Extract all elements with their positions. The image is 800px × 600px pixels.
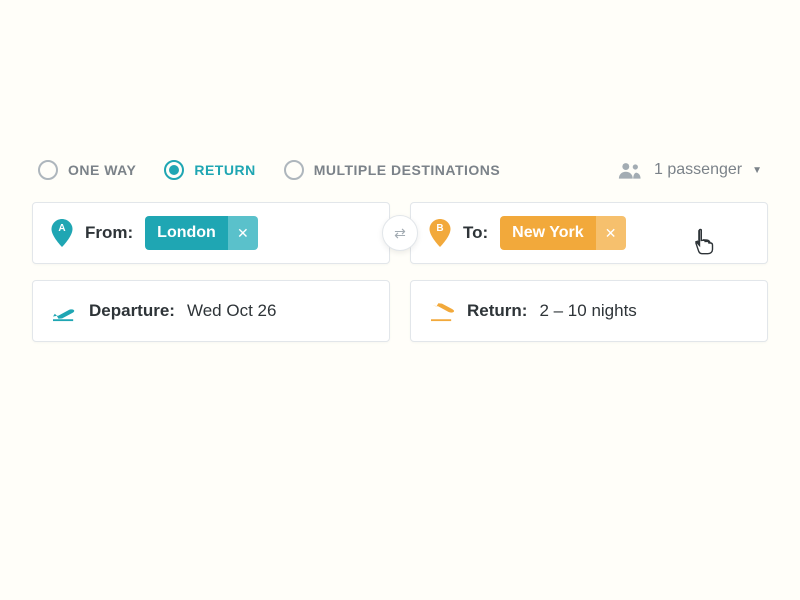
from-chip-remove[interactable]: ✕ xyxy=(228,216,258,250)
radio-one-way-label: ONE WAY xyxy=(68,162,136,178)
swap-button[interactable]: ⇄ xyxy=(382,215,418,251)
passengers-icon xyxy=(618,161,644,179)
to-field[interactable]: B To: New York ✕ xyxy=(410,202,768,264)
dates-row: Departure: Wed Oct 26 Return: 2 – 10 nig… xyxy=(32,280,768,342)
passengers-label: 1 passenger xyxy=(654,161,742,179)
locations-row: A From: London ✕ ⇄ B To: New York ✕ xyxy=(32,202,768,264)
from-field[interactable]: A From: London ✕ xyxy=(32,202,390,264)
return-label: Return: xyxy=(467,301,527,321)
from-chip-label: London xyxy=(145,216,228,250)
radio-one-way[interactable]: ONE WAY xyxy=(38,160,136,180)
to-chip: New York ✕ xyxy=(500,216,625,250)
departure-value: Wed Oct 26 xyxy=(187,301,276,321)
radio-return-label: RETURN xyxy=(194,162,255,178)
from-label: From: xyxy=(85,223,133,243)
radio-return[interactable]: RETURN xyxy=(164,160,255,180)
trip-type-group: ONE WAY RETURN MULTIPLE DESTINATIONS xyxy=(38,160,500,180)
from-chip: London ✕ xyxy=(145,216,258,250)
radio-multiple[interactable]: MULTIPLE DESTINATIONS xyxy=(284,160,501,180)
plane-takeoff-icon xyxy=(51,300,77,322)
passengers-selector[interactable]: 1 passenger ▼ xyxy=(618,161,762,179)
chevron-down-icon: ▼ xyxy=(752,165,762,176)
to-chip-remove[interactable]: ✕ xyxy=(596,216,626,250)
pin-a-icon: A xyxy=(51,219,73,247)
radio-multiple-label: MULTIPLE DESTINATIONS xyxy=(314,162,501,178)
departure-label: Departure: xyxy=(89,301,175,321)
return-value: 2 – 10 nights xyxy=(539,301,636,321)
plane-landing-icon xyxy=(429,300,455,322)
departure-field[interactable]: Departure: Wed Oct 26 xyxy=(32,280,390,342)
search-topbar: ONE WAY RETURN MULTIPLE DESTINATIONS 1 p… xyxy=(32,160,768,180)
to-chip-label: New York xyxy=(500,216,595,250)
return-field[interactable]: Return: 2 – 10 nights xyxy=(410,280,768,342)
to-label: To: xyxy=(463,223,488,243)
pin-b-icon: B xyxy=(429,219,451,247)
